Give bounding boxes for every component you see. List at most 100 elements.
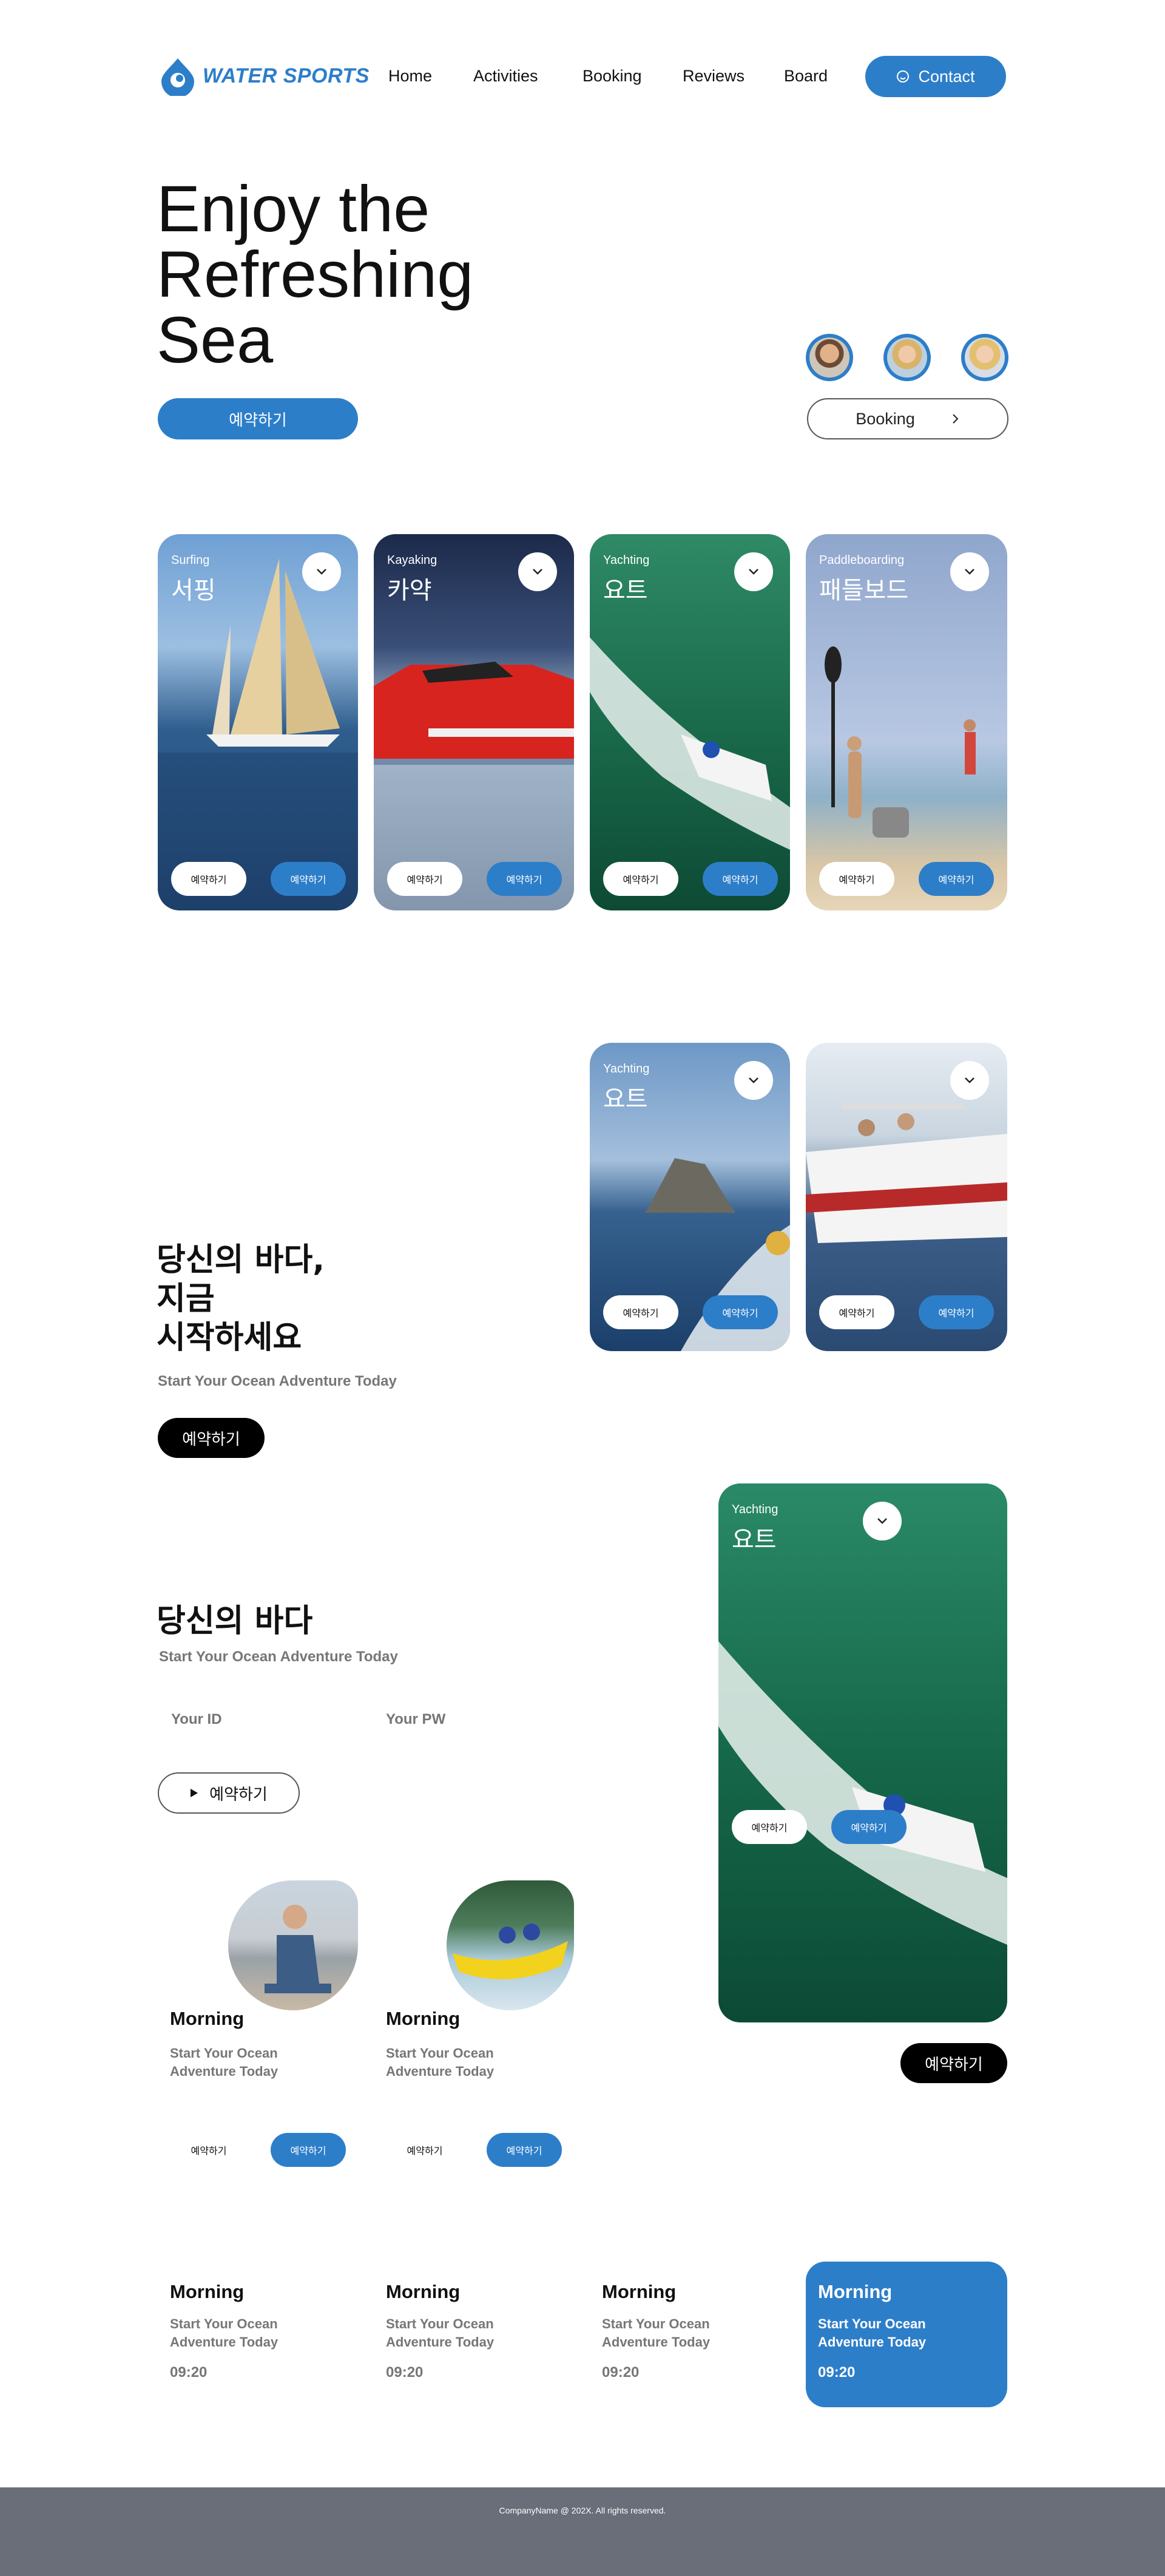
- card-label-ko: 패들보드: [819, 577, 909, 605]
- nav-board[interactable]: Board: [784, 67, 845, 86]
- chevron-down-button[interactable]: [950, 1061, 989, 1100]
- promo-card-yachting[interactable]: Yachting 요트 예약하기 예약하기: [590, 1043, 790, 1351]
- card-book-button[interactable]: 예약하기: [919, 1295, 994, 1329]
- avatar[interactable]: [883, 334, 931, 381]
- chevron-down-button[interactable]: [734, 552, 773, 591]
- schedule-desc-line: Adventure Today: [386, 2334, 495, 2350]
- session-desc-line: Adventure Today: [170, 2064, 279, 2079]
- schedule-time: 09:20: [386, 2364, 424, 2381]
- nav-activities[interactable]: Activities: [473, 67, 582, 86]
- card-detail-button[interactable]: 예약하기: [603, 1295, 678, 1329]
- chevron-down-icon: [965, 569, 974, 575]
- card-detail-button[interactable]: 예약하기: [819, 1295, 894, 1329]
- water-drop-logo-icon: [161, 58, 194, 96]
- promo-card-boat[interactable]: 예약하기 예약하기: [806, 1043, 1007, 1351]
- chevron-down-button[interactable]: [950, 552, 989, 591]
- card-book-button[interactable]: 예약하기: [487, 862, 562, 896]
- schedule-card[interactable]: Morning Start Your Ocean Adventure Today…: [590, 2262, 790, 2407]
- hero-book-button[interactable]: 예약하기: [158, 398, 358, 439]
- session-desc-line: Adventure Today: [386, 2064, 495, 2079]
- nav-booking[interactable]: Booking: [582, 67, 683, 86]
- schedule-card[interactable]: Morning Start Your Ocean Adventure Today…: [374, 2262, 574, 2407]
- activity-card-yachting[interactable]: Yachting 요트 예약하기 예약하기: [590, 534, 790, 910]
- card-detail-button[interactable]: 예약하기: [603, 862, 678, 896]
- activity-card-surfing[interactable]: Surfing 서핑 예약하기 예약하기: [158, 534, 358, 910]
- card-book-button[interactable]: 예약하기: [703, 862, 778, 896]
- card-label-en: Paddleboarding: [819, 554, 905, 567]
- play-book-button[interactable]: 예약하기: [158, 1772, 300, 1814]
- logo[interactable]: WATER SPORTS: [158, 56, 370, 96]
- site-header: WATER SPORTS Home Activities Booking Rev…: [0, 0, 1165, 121]
- card-label-en: Yachting: [732, 1503, 778, 1516]
- nav-reviews[interactable]: Reviews: [683, 67, 784, 86]
- footer: CompanyName @ 202X. All rights reserved.: [0, 2487, 1165, 2576]
- chevron-down-button[interactable]: [863, 1502, 902, 1541]
- activity-card-paddleboarding[interactable]: Paddleboarding 패들보드 예약하기 예약하기: [806, 534, 1007, 910]
- session-photo: [447, 1880, 574, 2010]
- chevron-down-button[interactable]: [518, 552, 557, 591]
- activity-card-kayaking[interactable]: Kayaking 카약 예약하기 예약하기: [374, 534, 574, 910]
- contact-button[interactable]: Contact: [865, 56, 1006, 97]
- promo-subtitle: Start Your Ocean Adventure Today: [158, 1373, 397, 1389]
- card-detail-button[interactable]: 예약하기: [732, 1810, 807, 1844]
- schedule-desc-line: Adventure Today: [818, 2334, 927, 2350]
- session-card: Morning Start Your Ocean Adventure Today…: [158, 1880, 358, 2172]
- chevron-down-icon: [965, 1077, 974, 1083]
- session-book-button[interactable]: 예약하기: [487, 2133, 562, 2167]
- card-label-en: Surfing: [171, 554, 210, 567]
- hero-title-line: Sea: [157, 303, 274, 376]
- card-label-en: Yachting: [603, 1062, 650, 1076]
- session-title: Morning: [170, 2008, 245, 2029]
- card-book-button[interactable]: 예약하기: [703, 1295, 778, 1329]
- login-title: 당신의 바다: [157, 1603, 313, 1639]
- avatar[interactable]: [806, 334, 853, 381]
- booking-button[interactable]: Booking: [807, 398, 1008, 439]
- schedule-desc-line: Adventure Today: [602, 2334, 711, 2350]
- hero-title-line: Refreshing: [157, 237, 474, 311]
- promo-book-label: 예약하기: [182, 1430, 240, 1449]
- session-card: Morning Start Your Ocean Adventure Today…: [374, 1880, 574, 2172]
- session-title: Morning: [386, 2008, 461, 2029]
- play-icon: [191, 1789, 198, 1797]
- chevron-right-icon: [953, 414, 959, 424]
- chevron-down-button[interactable]: [302, 552, 341, 591]
- card-label-ko: 요트: [732, 1526, 777, 1554]
- contact-label: Contact: [918, 67, 975, 86]
- id-field[interactable]: [159, 1704, 359, 1735]
- chevron-down-icon: [533, 569, 542, 575]
- play-book-label: 예약하기: [209, 1785, 268, 1804]
- session-book-button[interactable]: 예약하기: [271, 2133, 346, 2167]
- schedule-time: 09:20: [170, 2364, 208, 2381]
- hero-title-line: Enjoy the: [157, 172, 430, 245]
- promo-title: 당신의 바다, 지금 시작하세요: [157, 1241, 325, 1357]
- session-detail-button[interactable]: 예약하기: [171, 2133, 246, 2167]
- chevron-down-icon: [317, 569, 326, 575]
- yoga-image: [265, 1905, 331, 1993]
- nav-home[interactable]: Home: [388, 67, 473, 86]
- avatar[interactable]: [961, 334, 1008, 381]
- card-book-button[interactable]: 예약하기: [919, 862, 994, 896]
- card-detail-button[interactable]: 예약하기: [387, 862, 462, 896]
- card-book-button[interactable]: 예약하기: [831, 1810, 907, 1844]
- login-subtitle: Start Your Ocean Adventure Today: [159, 1649, 398, 1665]
- schedule-card-active[interactable]: Morning Start Your Ocean Adventure Today…: [806, 2262, 1007, 2407]
- schedule-desc-line: Adventure Today: [170, 2334, 279, 2350]
- promo-book-button[interactable]: 예약하기: [158, 1418, 265, 1458]
- session-detail-button[interactable]: 예약하기: [387, 2133, 462, 2167]
- schedule-time: 09:20: [602, 2364, 640, 2381]
- big-card-yachting[interactable]: Yachting 요트 예약하기 예약하기: [718, 1483, 1007, 2022]
- big-card-book-button[interactable]: 예약하기: [900, 2043, 1007, 2083]
- card-detail-button[interactable]: 예약하기: [819, 862, 894, 896]
- pw-field[interactable]: [374, 1704, 574, 1735]
- schedule-title: Morning: [602, 2281, 677, 2302]
- reviewer-avatars: [806, 334, 1008, 382]
- promo-title-line: 당신의 바다,: [157, 1242, 325, 1278]
- schedule-card[interactable]: Morning Start Your Ocean Adventure Today…: [158, 2262, 358, 2407]
- promo-title-line: 지금: [157, 1281, 215, 1317]
- card-book-button[interactable]: 예약하기: [271, 862, 346, 896]
- card-detail-button[interactable]: 예약하기: [171, 862, 246, 896]
- jetboat-large-image: [718, 1641, 1007, 1945]
- logo-text: WATER SPORTS: [203, 64, 370, 87]
- promo-title-line: 시작하세요: [157, 1320, 302, 1356]
- chevron-down-button[interactable]: [734, 1061, 773, 1100]
